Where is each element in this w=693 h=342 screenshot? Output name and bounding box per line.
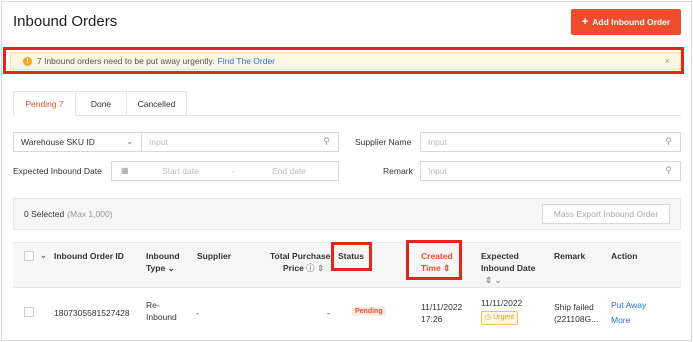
- selection-bar: 0 Selected (Max 1,000) Mass Export Inbou…: [13, 198, 681, 230]
- more-link[interactable]: More: [611, 314, 630, 326]
- end-date-placeholder[interactable]: End date: [272, 166, 306, 176]
- add-inbound-order-button[interactable]: + Add Inbound Order: [571, 9, 681, 35]
- status-tabs: Pending 7 Done Cancelled: [13, 91, 187, 116]
- col-total-purchase-line1: Total Purchase: [270, 251, 331, 261]
- expected-date-label: Expected Inbound Date: [13, 166, 102, 176]
- created-time-header-highlight: [406, 240, 462, 280]
- remark-line1: Ship failed: [554, 302, 594, 312]
- chevron-down-icon[interactable]: ⌄: [40, 249, 47, 261]
- urgent-badge: ◷ Urgent: [481, 311, 519, 325]
- chevron-down-icon: ⌄: [494, 275, 502, 285]
- alert-highlight-box: [3, 47, 684, 74]
- col-total-purchase: Price ⓘ ⇕: [283, 262, 324, 274]
- remark-input-placeholder: Input: [428, 166, 447, 176]
- add-inbound-order-label: Add Inbound Order: [592, 17, 671, 27]
- inbound-type-line2: Inbound: [146, 312, 177, 322]
- clock-icon: ◷: [485, 314, 492, 321]
- search-icon: ⚲: [665, 136, 672, 146]
- search-icon: ⚲: [665, 165, 672, 175]
- sort-icon[interactable]: ⇕: [317, 263, 324, 273]
- col-inbound-order-id: Inbound Order ID: [54, 251, 124, 261]
- mass-export-button[interactable]: Mass Export Inbound Order: [542, 204, 670, 224]
- sku-search-input[interactable]: Input ⚲: [141, 132, 339, 152]
- col-total-purchase-line2: Price: [283, 263, 304, 273]
- col-remark: Remark: [554, 251, 586, 261]
- page-title: Inbound Orders: [13, 13, 118, 30]
- expected-date-range-picker[interactable]: ▦ Start date - End date: [111, 161, 339, 181]
- row-checkbox[interactable]: [24, 307, 34, 317]
- selection-max: (Max 1,000): [67, 209, 113, 219]
- chevron-down-icon: ⌄: [126, 137, 133, 146]
- supplier-cell: -: [196, 308, 199, 318]
- tab-done[interactable]: Done: [75, 91, 127, 116]
- table-row: 1807305581527428 Re- Inbound - - Pending…: [13, 288, 681, 342]
- inbound-type-line1: Re-: [146, 300, 160, 310]
- col-expected-line1: Expected: [481, 251, 519, 261]
- col-inbound-type-line1: Inbound: [146, 251, 180, 261]
- plus-icon: +: [581, 16, 589, 28]
- put-away-link[interactable]: Put Away: [611, 299, 646, 311]
- col-inbound-type-line2: Type: [146, 263, 166, 273]
- urgent-cell: ◷ Urgent: [481, 309, 519, 325]
- col-expected-sort[interactable]: ⇕ ⌄: [485, 274, 502, 286]
- sku-type-select[interactable]: Warehouse SKU ID ⌄: [13, 132, 141, 152]
- created-time: 17:26: [421, 314, 443, 324]
- col-action: Action: [611, 251, 638, 261]
- supplier-name-label: Supplier Name: [355, 137, 412, 147]
- remark-label: Remark: [383, 166, 413, 176]
- status-header-highlight: [331, 242, 372, 271]
- order-id-cell[interactable]: 1807305581527428: [54, 307, 130, 319]
- sku-type-value: Warehouse SKU ID: [21, 137, 95, 147]
- tab-pending[interactable]: Pending 7: [13, 91, 76, 116]
- help-circle-icon[interactable]: ⓘ: [306, 263, 315, 273]
- date-separator: -: [232, 166, 235, 176]
- col-expected-line2: Inbound Date: [481, 263, 536, 273]
- remark-input[interactable]: Input ⚲: [420, 161, 681, 181]
- status-badge: Pending: [352, 307, 386, 316]
- tabs-divider: [13, 115, 681, 116]
- urgent-label: Urgent: [493, 314, 515, 321]
- selected-count: 0 Selected: [24, 209, 65, 219]
- created-date: 11/11/2022: [421, 302, 463, 312]
- tab-cancelled[interactable]: Cancelled: [126, 91, 187, 116]
- select-all-checkbox[interactable]: [24, 251, 34, 261]
- chevron-down-icon: ⌄: [167, 263, 175, 273]
- supplier-name-input[interactable]: Input ⚲: [420, 132, 681, 152]
- col-inbound-type[interactable]: Type ⌄: [146, 262, 175, 274]
- expected-date: 11/11/2022: [481, 298, 523, 308]
- supplier-input-placeholder: Input: [428, 137, 447, 147]
- start-date-placeholder[interactable]: Start date: [162, 166, 199, 176]
- sku-input-placeholder: Input: [149, 137, 168, 147]
- sort-icon: ⇕: [485, 275, 493, 285]
- search-icon: ⚲: [323, 136, 330, 146]
- col-supplier: Supplier: [197, 251, 232, 261]
- calendar-icon: ▦: [121, 166, 129, 175]
- remark-line2: (221108G...: [554, 314, 599, 324]
- price-cell: -: [327, 308, 330, 318]
